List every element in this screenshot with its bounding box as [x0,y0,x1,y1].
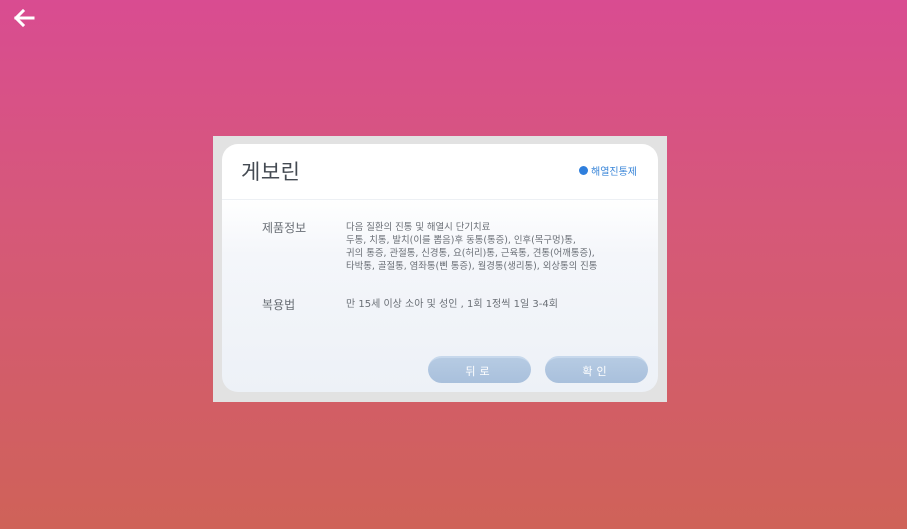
category-tag: 해열진통제 [579,163,637,178]
arrow-left-icon [13,9,35,27]
category-dot-icon [579,166,588,175]
product-info-line: 타박통, 골절통, 염좌통(삔 통증), 월경통(생리통), 외상통의 진통 [346,261,598,272]
back-button[interactable] [10,5,38,31]
product-info-text: 다음 질환의 진통 및 해열시 단기치료 두통, 치통, 발치(이를 뽑음)후 … [346,221,597,273]
product-info-label: 제품정보 [262,221,307,235]
product-info-line: 두통, 치통, 발치(이를 뽑음)후 동통(통증), 인후(목구멍)통, [346,235,576,246]
product-title: 게보린 [241,160,301,184]
card-header: 게보린 해열진통제 [222,144,658,200]
category-label: 해열진통제 [591,167,637,178]
product-detail-card: 게보린 해열진통제 제품정보 다음 질환의 진통 및 해열시 단기치료 두통, … [222,144,658,392]
product-info-line: 다음 질환의 진통 및 해열시 단기치료 [346,222,491,233]
dosage-label: 복용법 [262,298,296,312]
back-button-dialog[interactable]: 뒤로 [428,356,531,383]
confirm-button[interactable]: 확인 [545,356,648,383]
dosage-text: 만 15세 이상 소아 및 성인 , 1회 1정씩 1일 3-4회 [346,299,558,310]
product-info-line: 귀의 통증, 관절통, 신경통, 요(허리)통, 근육통, 견통(어깨통증), [346,248,595,259]
dialog-frame: 게보린 해열진통제 제품정보 다음 질환의 진통 및 해열시 단기치료 두통, … [213,136,667,402]
